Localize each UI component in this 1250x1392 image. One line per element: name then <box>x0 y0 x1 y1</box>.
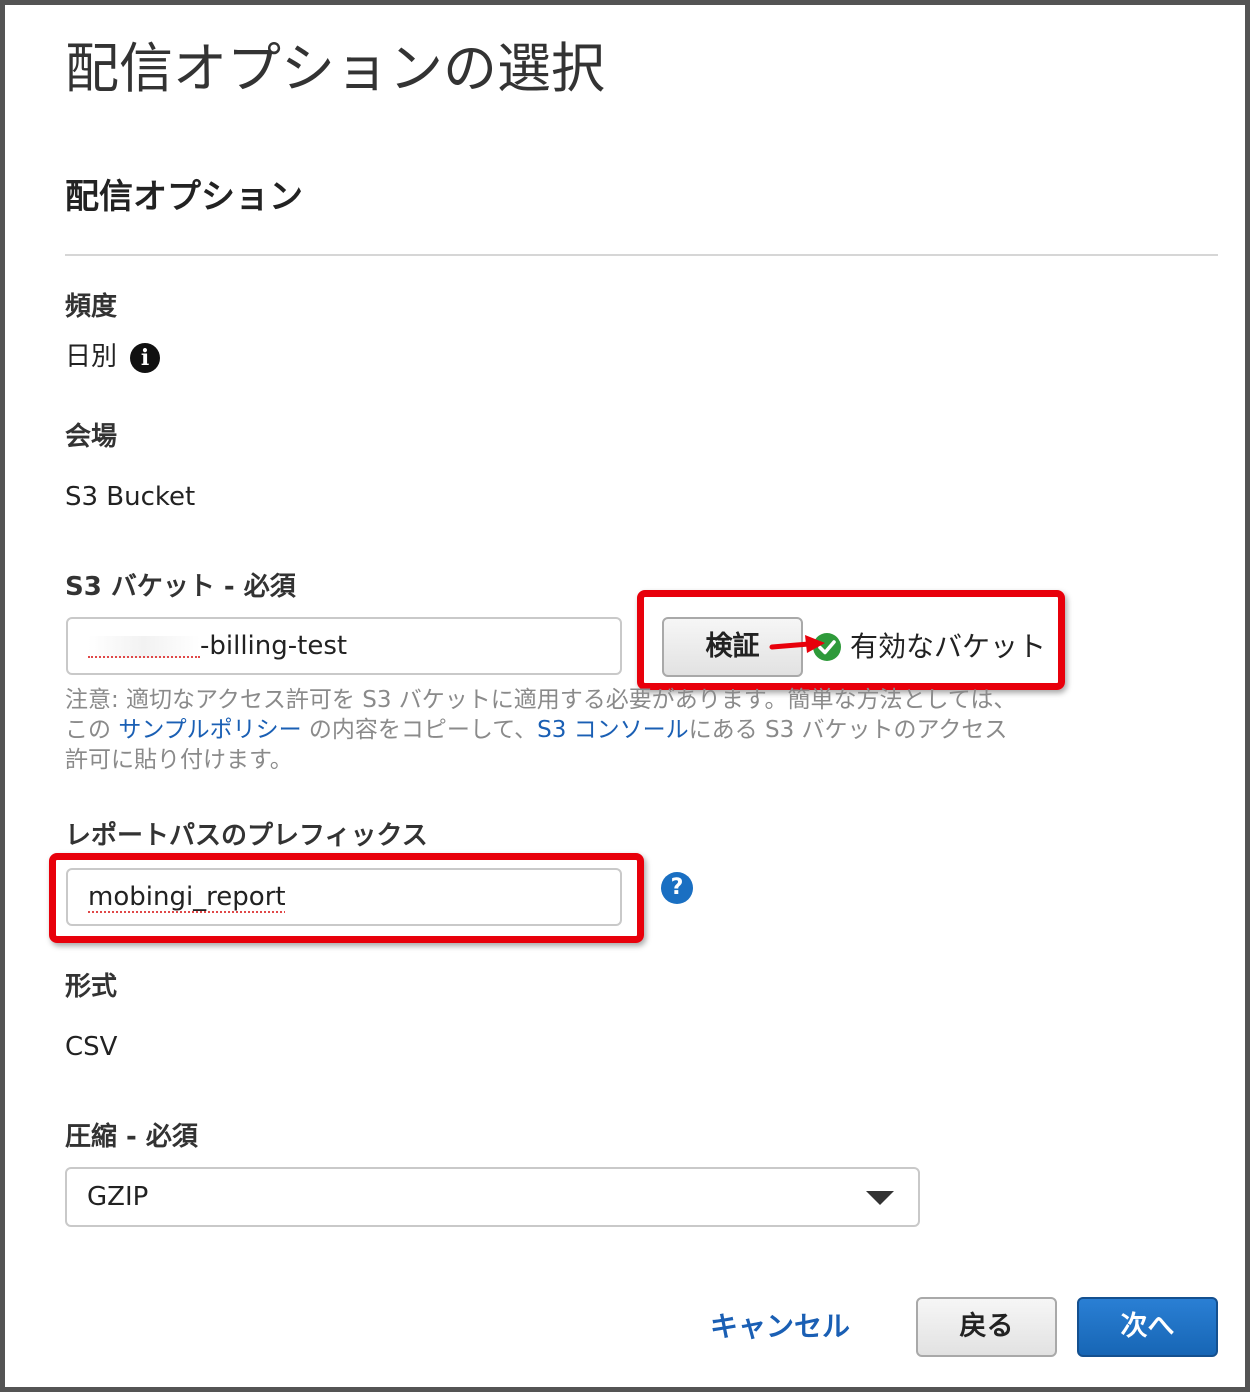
s3-bucket-label: S3 バケット - 必須 <box>65 572 296 602</box>
valid-bucket-status: 有効なバケット <box>850 630 1047 663</box>
divider <box>65 254 1218 256</box>
info-icon[interactable]: i <box>130 343 160 373</box>
report-prefix-input[interactable]: mobingi_report <box>66 868 622 926</box>
s3-console-link[interactable]: S3 コンソール <box>537 717 689 743</box>
permission-note-line2: この サンプルポリシー の内容をコピーして、S3 コンソールにある S3 バケッ… <box>65 715 1055 745</box>
report-prefix-input-value: mobingi_report <box>88 882 286 912</box>
permission-note-line3: 許可に貼り付けます。 <box>65 747 293 773</box>
format-label: 形式 <box>65 972 118 1002</box>
dialog-frame: 配信オプションの選択 配信オプション 頻度 日別 i 会場 S3 Bucket … <box>0 0 1250 1392</box>
permission-note-line1: 注意: 適切なアクセス許可を S3 バケットに適用する必要があります。簡単な方法… <box>65 687 1017 713</box>
s3-bucket-input[interactable]: -billing-test <box>66 617 622 675</box>
sample-policy-link[interactable]: サンプルポリシー <box>118 717 301 743</box>
compression-selected-value: GZIP <box>87 1182 149 1212</box>
section-title: 配信オプション <box>65 177 303 217</box>
s3-bucket-input-value: -billing-test <box>200 631 348 661</box>
destination-value: S3 Bucket <box>65 482 196 512</box>
next-button[interactable]: 次へ <box>1077 1297 1218 1357</box>
page-title: 配信オプションの選択 <box>65 37 605 100</box>
format-value: CSV <box>65 1032 118 1062</box>
caret-down-icon <box>866 1191 894 1205</box>
check-circle-icon <box>813 633 841 661</box>
back-button[interactable]: 戻る <box>916 1297 1057 1357</box>
compression-select[interactable]: GZIP <box>65 1167 920 1227</box>
verify-button[interactable]: 検証 <box>662 617 803 677</box>
question-circle-icon[interactable]: ? <box>661 872 693 904</box>
cancel-button[interactable]: キャンセル <box>705 1303 855 1351</box>
compression-label: 圧縮 - 必須 <box>65 1122 198 1152</box>
redacted-text <box>88 635 200 658</box>
permission-note: 注意: 適切なアクセス許可を S3 バケットに適用する必要があります。簡単な方法… <box>65 685 1055 775</box>
frequency-label: 頻度 <box>65 292 118 322</box>
note-text: の内容をコピーして、 <box>301 717 538 743</box>
note-text: この <box>65 717 119 743</box>
frequency-value: 日別 <box>65 342 118 372</box>
note-text: にある S3 バケットのアクセス <box>688 717 1008 743</box>
destination-label: 会場 <box>65 422 118 452</box>
report-prefix-label: レポートパスのプレフィックス <box>65 821 428 851</box>
